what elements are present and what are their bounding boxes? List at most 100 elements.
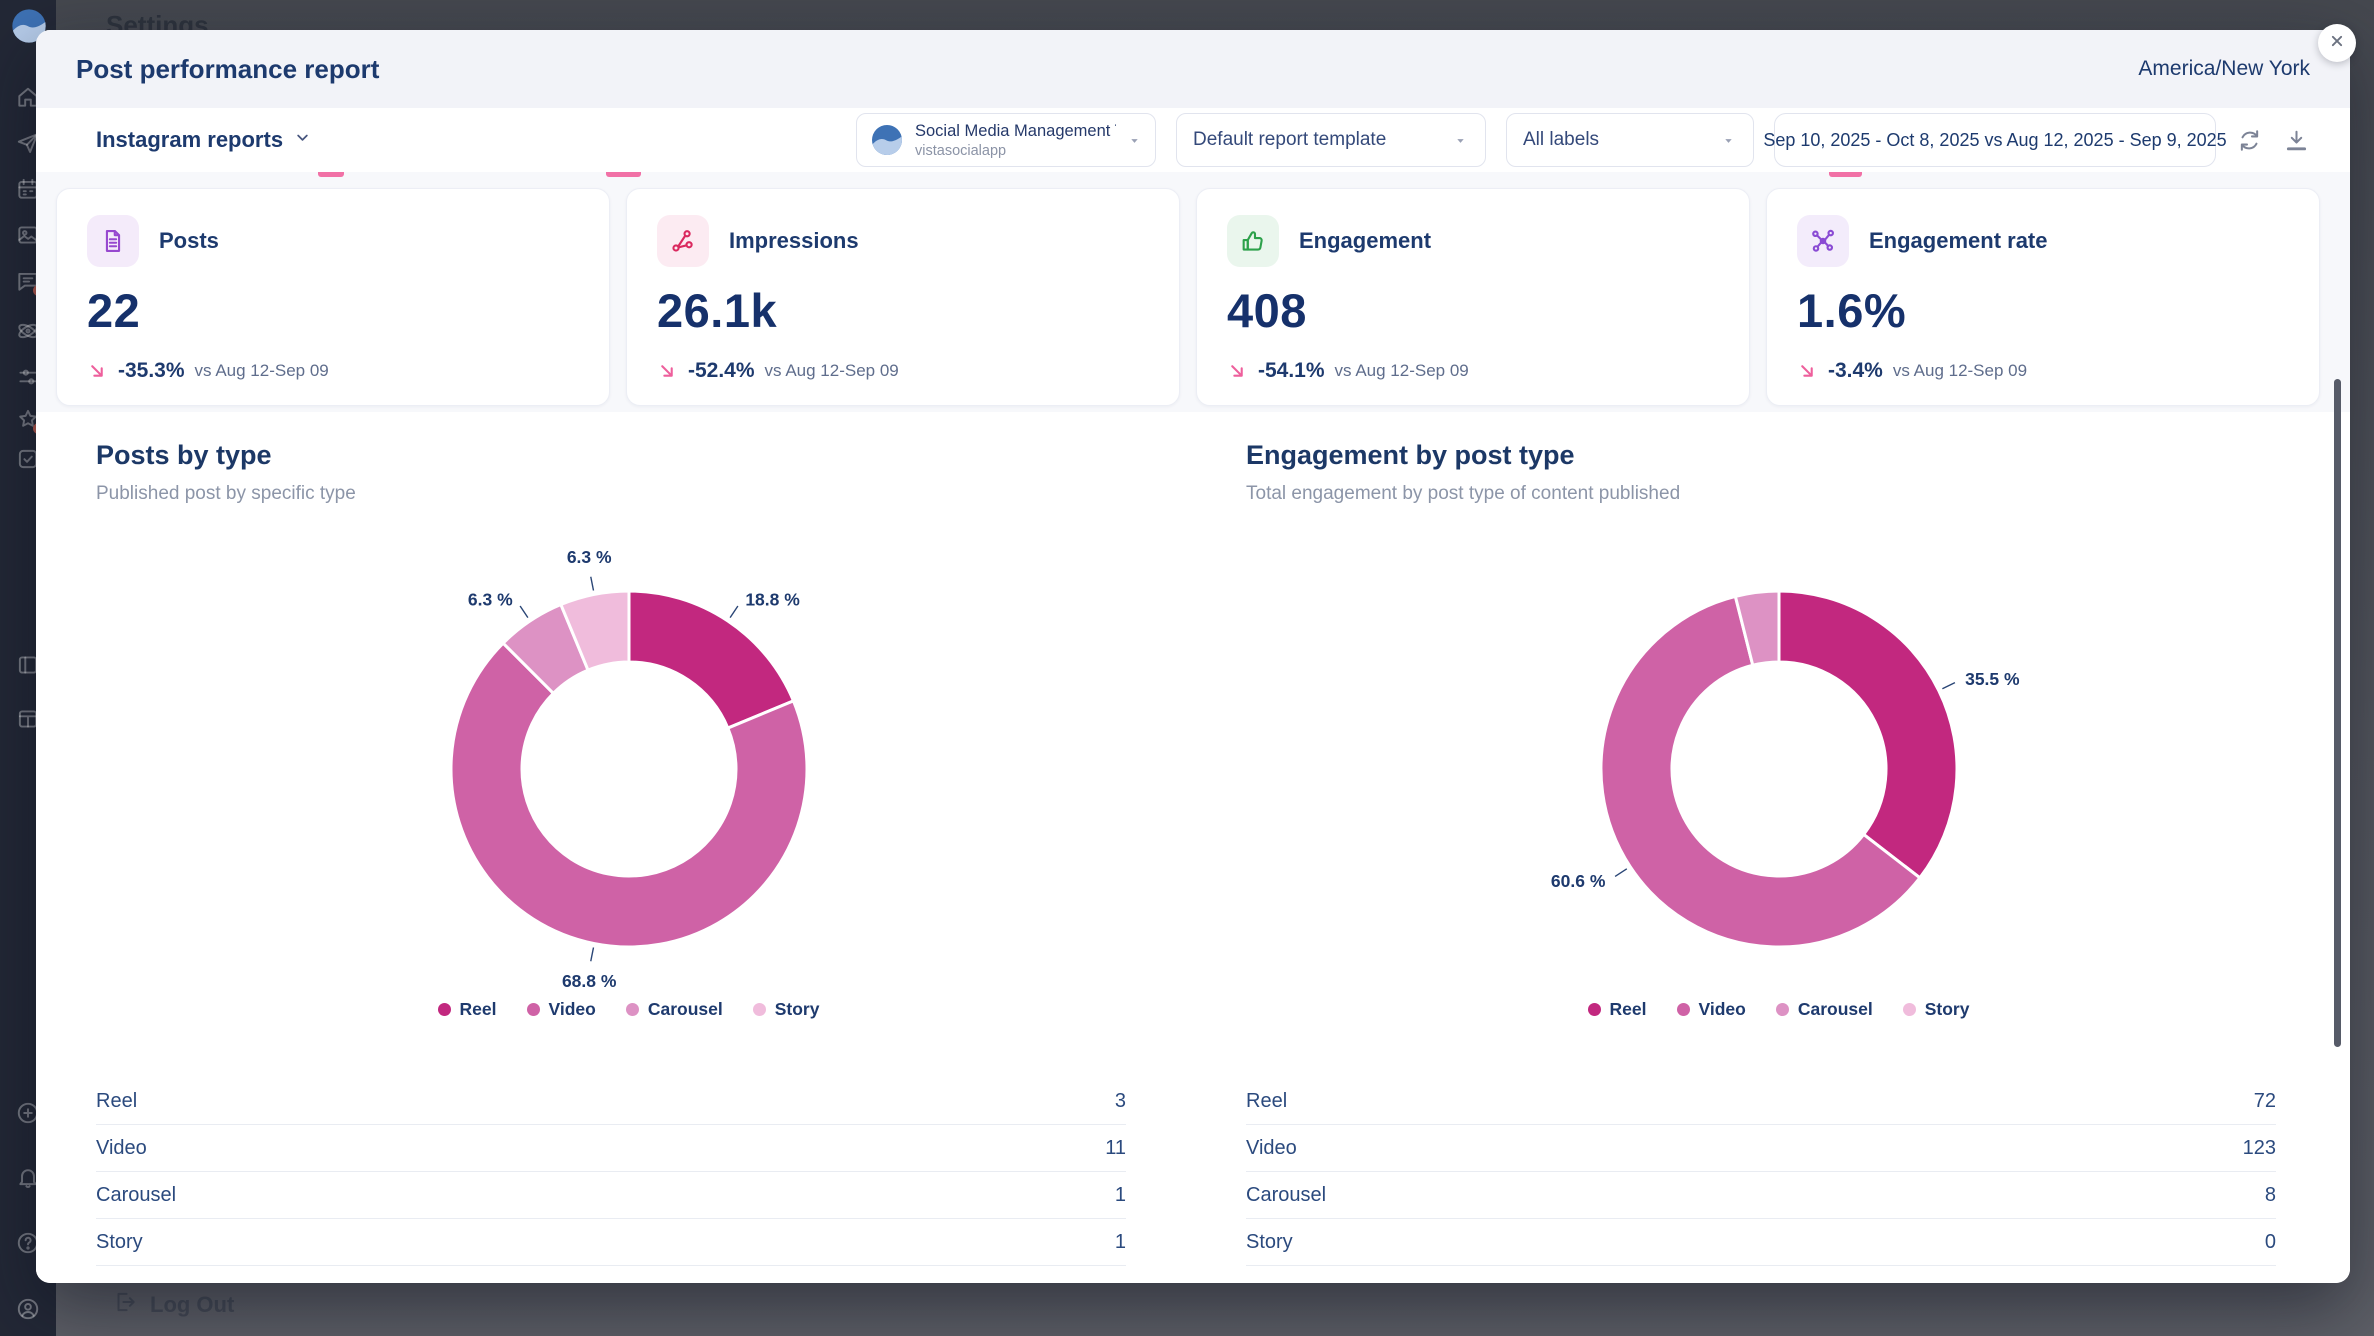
table-row-story: Story 0 bbox=[1246, 1219, 2276, 1266]
filter-bar: Instagram reports Social Media Managemen… bbox=[36, 108, 2350, 172]
thumbs-up-icon bbox=[1227, 215, 1279, 267]
close-button[interactable] bbox=[2318, 24, 2356, 62]
report-template-value: Default report template bbox=[1193, 129, 1386, 151]
labels-value: All labels bbox=[1523, 129, 1599, 151]
logout-button[interactable]: Log Out bbox=[112, 1289, 234, 1321]
kpi-card-engagement: Engagement408-54.1%vs Aug 12-Sep 09 bbox=[1196, 188, 1750, 406]
chart-legend: Reel Video Carousel Story bbox=[96, 999, 1161, 1020]
legend-item-carousel[interactable]: Carousel bbox=[1776, 999, 1873, 1020]
kpi-label: Engagement bbox=[1299, 228, 1431, 254]
label-connector bbox=[730, 606, 738, 618]
network-icon bbox=[1797, 215, 1849, 267]
kpi-delta: -3.4% bbox=[1828, 359, 1883, 383]
legend-dot bbox=[753, 1003, 766, 1016]
chart-legend: Reel Video Carousel Story bbox=[1246, 999, 2311, 1020]
row-value: 123 bbox=[2243, 1137, 2276, 1160]
legend-label: Video bbox=[1699, 999, 1746, 1020]
kpi-delta: -52.4% bbox=[688, 359, 755, 383]
legend-label: Story bbox=[775, 999, 820, 1020]
close-icon bbox=[2327, 31, 2347, 51]
caret-down-icon bbox=[1720, 132, 1737, 149]
percent-label: 18.8 % bbox=[745, 589, 800, 609]
percent-label: 68.8 % bbox=[561, 971, 616, 991]
sidebar-item-user-circle[interactable] bbox=[15, 1296, 41, 1322]
legend-dot bbox=[1776, 1003, 1789, 1016]
close-icon bbox=[2327, 31, 2347, 56]
section-title: Posts by type bbox=[96, 440, 1161, 471]
report-type-label: Instagram reports bbox=[96, 127, 283, 153]
report-template-select[interactable]: Default report template bbox=[1176, 113, 1486, 167]
legend-label: Reel bbox=[1610, 999, 1647, 1020]
row-value: 1 bbox=[1115, 1184, 1126, 1207]
legend-item-reel[interactable]: Reel bbox=[438, 999, 497, 1020]
row-label: Video bbox=[96, 1137, 147, 1160]
section-subtitle: Total engagement by post type of content… bbox=[1246, 483, 2311, 505]
legend-dot bbox=[1677, 1003, 1690, 1016]
label-connector bbox=[1615, 869, 1627, 877]
download-button[interactable] bbox=[2283, 127, 2310, 154]
caret-down-icon bbox=[1126, 132, 1143, 149]
kpi-compare-label: vs Aug 12-Sep 09 bbox=[195, 361, 329, 381]
caret-down-icon bbox=[1452, 132, 1469, 149]
kpi-compare-label: vs Aug 12-Sep 09 bbox=[765, 361, 899, 381]
engagement-by-post-type-table: Reel72Video123Carousel8Story0 bbox=[1246, 1078, 2276, 1266]
profile-handle: vistasocialapp bbox=[915, 143, 1116, 159]
thumbs-up-icon bbox=[1239, 227, 1267, 255]
date-range-picker[interactable]: Sep 10, 2025 - Oct 8, 2025 vs Aug 12, 20… bbox=[1774, 113, 2216, 167]
kpi-value: 1.6% bbox=[1797, 283, 2289, 338]
legend-label: Reel bbox=[460, 999, 497, 1020]
legend-dot bbox=[1588, 1003, 1601, 1016]
legend-dot bbox=[1903, 1003, 1916, 1016]
post-performance-report-modal: Post performance report America/New York… bbox=[36, 30, 2350, 1283]
legend-item-video[interactable]: Video bbox=[1677, 999, 1746, 1020]
posts-by-type-section: Posts by type Published post by specific… bbox=[96, 440, 1161, 1020]
legend-label: Carousel bbox=[1798, 999, 1873, 1020]
label-connector bbox=[590, 948, 593, 962]
kpi-delta: -35.3% bbox=[118, 359, 185, 383]
legend-item-carousel[interactable]: Carousel bbox=[626, 999, 723, 1020]
row-label: Story bbox=[96, 1231, 143, 1254]
kpi-card-impressions: Impressions26.1k-52.4%vs Aug 12-Sep 09 bbox=[626, 188, 1180, 406]
kpi-label: Engagement rate bbox=[1869, 228, 2048, 254]
table-row-carousel: Carousel8 bbox=[1246, 1172, 2276, 1219]
posts-by-type-table: Reel3Video11Carousel1Story1 bbox=[96, 1078, 1126, 1266]
chevron-down-icon bbox=[293, 128, 312, 147]
profile-selector[interactable]: Social Media Management Too vistasociala… bbox=[856, 113, 1156, 167]
kpi-compare-label: vs Aug 12-Sep 09 bbox=[1335, 361, 1469, 381]
section-title: Engagement by post type bbox=[1246, 440, 2311, 471]
refresh-icon bbox=[2236, 127, 2263, 154]
labels-select[interactable]: All labels bbox=[1506, 113, 1754, 167]
refresh-button[interactable] bbox=[2236, 127, 2263, 154]
legend-dot bbox=[626, 1003, 639, 1016]
caret-down-icon bbox=[1452, 132, 1469, 149]
scrolled-tab-indicator bbox=[1829, 172, 1862, 177]
legend-label: Video bbox=[549, 999, 596, 1020]
posts-by-type-donut-chart: 18.8 %68.8 %6.3 %6.3 % bbox=[409, 549, 849, 989]
share-nodes-icon bbox=[669, 227, 697, 255]
caret-down-icon bbox=[1126, 132, 1143, 149]
arrow-down-right-icon bbox=[1227, 361, 1248, 382]
user-circle-icon bbox=[15, 1296, 41, 1322]
modal-title: Post performance report bbox=[76, 54, 379, 85]
legend-item-reel[interactable]: Reel bbox=[1588, 999, 1647, 1020]
table-row-carousel: Carousel1 bbox=[96, 1172, 1126, 1219]
row-value: 0 bbox=[2265, 1231, 2276, 1254]
arrow-down-right-icon bbox=[87, 361, 108, 382]
report-type-selector[interactable]: Instagram reports bbox=[96, 127, 312, 153]
kpi-value: 26.1k bbox=[657, 283, 1149, 338]
chevron-down-icon bbox=[293, 127, 312, 153]
legend-item-video[interactable]: Video bbox=[527, 999, 596, 1020]
arrow-down-right-icon bbox=[657, 361, 678, 382]
row-label: Story bbox=[1246, 1231, 1293, 1254]
row-value: 3 bbox=[1115, 1090, 1126, 1113]
download-icon bbox=[2283, 127, 2310, 154]
legend-item-story[interactable]: Story bbox=[1903, 999, 1970, 1020]
legend-dot bbox=[438, 1003, 451, 1016]
section-subtitle: Published post by specific type bbox=[96, 483, 1161, 505]
legend-item-story[interactable]: Story bbox=[753, 999, 820, 1020]
row-label: Reel bbox=[96, 1090, 137, 1113]
row-label: Carousel bbox=[1246, 1184, 1326, 1207]
percent-label: 6.3 % bbox=[566, 547, 611, 567]
logout-label: Log Out bbox=[150, 1292, 234, 1318]
modal-scrollbar[interactable] bbox=[2334, 379, 2341, 1047]
